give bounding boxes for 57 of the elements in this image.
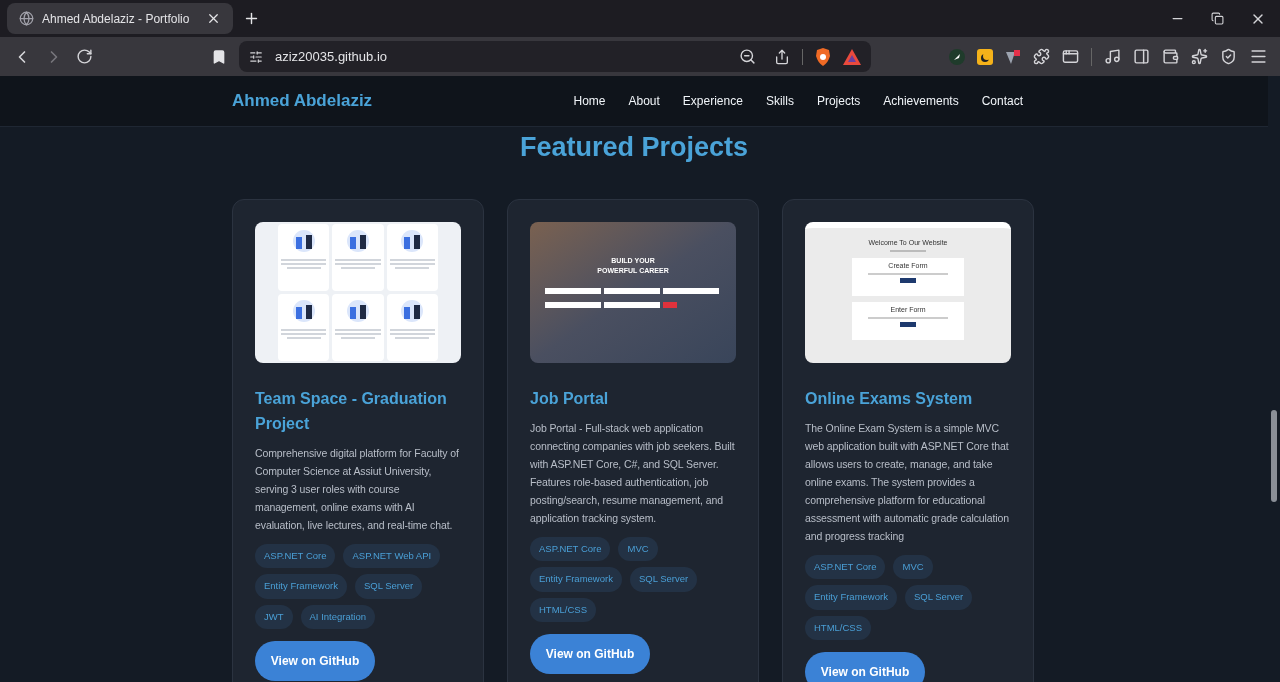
tech-tag: HTML/CSS: [805, 615, 872, 640]
tech-tag: ASP.NET Core: [255, 544, 336, 569]
project-description: The Online Exam System is a simple MVC web application built with ASP.NET Core that allows users to create, manage, and take online exams. The system provides a comprehensive platform for educational assessment with automatic grade calculation and progress tracking: [805, 421, 1011, 544]
project-title: Job Portal: [530, 389, 610, 409]
github-button[interactable]: View on GitHub: [805, 651, 925, 682]
nav-link[interactable]: Achievements: [883, 92, 959, 110]
close-tab-icon: [206, 11, 221, 26]
triangle-icon[interactable]: [843, 48, 861, 65]
tech-tag: JWT: [255, 604, 293, 629]
nav-link[interactable]: Experience: [682, 92, 743, 110]
sidebar-icon[interactable]: [1133, 48, 1150, 65]
tech-tag: SQL Server: [354, 574, 423, 599]
project-title: Online Exams System: [805, 389, 974, 409]
restore-icon[interactable]: [1211, 12, 1224, 25]
tech-tag: ASP.NET Core: [805, 555, 886, 580]
github-button[interactable]: View on GitHub: [255, 640, 375, 681]
project-title: Team Space - Graduation Project: [255, 389, 448, 434]
section-title: Featured Projects: [519, 131, 749, 164]
tech-tag: MVC: [618, 537, 658, 562]
site-settings-icon: [249, 49, 263, 64]
tech-tag: AI Integration: [300, 604, 376, 629]
sparkles-icon[interactable]: [1191, 48, 1208, 65]
address-bar[interactable]: aziz20035.github.io: [239, 41, 871, 72]
project-description: Comprehensive digital platform for Faculty of Computer Science at Assiut University, serving 3 user roles with course management, online exams with AI evaluation, live lectures, and real-time chat.: [255, 446, 460, 533]
tech-tag: SQL Server: [629, 567, 698, 592]
tech-tag: MVC: [893, 555, 933, 580]
nav-link[interactable]: Projects: [816, 92, 861, 110]
tech-tag: ASP.NET Core: [530, 537, 611, 562]
wallet-icon[interactable]: [1162, 48, 1179, 65]
music-icon[interactable]: [1104, 48, 1121, 65]
lion-shield-icon[interactable]: [815, 47, 831, 66]
bookmark-icon[interactable]: [211, 48, 227, 65]
zoom-out-icon: [739, 48, 756, 65]
brand-name[interactable]: Ahmed Abdelaziz: [232, 88, 373, 114]
project-description: Job Portal - Full-stack web application connecting companies with job seekers. Built with ASP.NET Core, C#, and SQL Server. Features role-based authentication, job posting/search, resume management, and application tracking system.: [530, 421, 736, 526]
tech-tag: Entity Framework: [805, 585, 897, 610]
nav-link[interactable]: Skills: [765, 92, 794, 110]
moon-extension-icon[interactable]: [977, 48, 993, 65]
globe-icon: [19, 11, 34, 26]
menu-icon[interactable]: [1249, 47, 1268, 66]
github-button[interactable]: View on GitHub: [530, 633, 650, 674]
tech-tag: Entity Framework: [255, 574, 347, 599]
reader-icon[interactable]: [1062, 48, 1079, 65]
tech-tag: SQL Server: [904, 585, 973, 610]
nav-link[interactable]: Home: [573, 92, 606, 110]
tech-tag: HTML/CSS: [530, 597, 597, 622]
reload-icon[interactable]: [76, 48, 93, 65]
tech-tag: Entity Framework: [530, 567, 622, 592]
nav-link[interactable]: Contact: [981, 92, 1023, 110]
puzzle-icon[interactable]: [1033, 48, 1050, 65]
url-text: aziz20035.github.io: [275, 47, 389, 66]
browser-tab[interactable]: Ahmed Abdelaziz - Portfolio: [7, 3, 233, 34]
nav-link[interactable]: About: [628, 92, 660, 110]
new-tab-icon[interactable]: [243, 10, 260, 27]
shield-icon[interactable]: [1220, 48, 1237, 65]
share-icon: [774, 48, 790, 65]
tech-tag: ASP.NET Web API: [343, 544, 441, 569]
